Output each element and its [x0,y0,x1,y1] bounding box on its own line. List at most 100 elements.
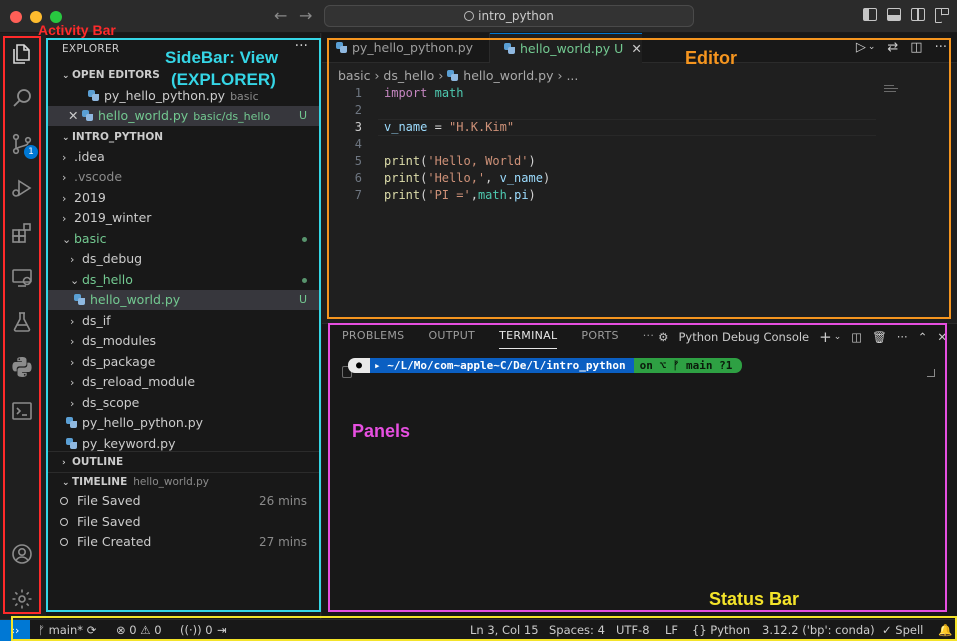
manage-gear-icon[interactable] [8,585,36,613]
debug-console-label[interactable]: Python Debug Console [678,330,809,344]
python-file-icon [74,294,85,305]
tab-ports[interactable]: PORTS [581,329,618,349]
tab-hello-world[interactable]: hello_world.py U ✕ [490,33,642,63]
explorer-icon[interactable] [8,40,36,68]
folder-item[interactable]: › ds_package [46,352,321,372]
breadcrumb-item[interactable]: hello_world.py [463,68,553,83]
sidebar-title: EXPLORER [62,43,120,55]
back-arrow-icon[interactable]: ← [274,6,287,25]
close-icon[interactable]: ✕ [68,106,82,126]
live-share-icon[interactable]: ⇥ [217,623,227,637]
timeline-item[interactable]: File Saved 26 mins [46,491,321,511]
remote-indicator-icon[interactable]: ‹› [0,620,30,641]
timeline-header[interactable]: ⌄ TIMELINE hello_world.py [46,472,321,492]
breadcrumb-item[interactable]: ... [566,68,578,83]
search-view-icon[interactable] [8,84,36,112]
line-number: 4 [354,137,362,151]
sidebar-annotation-line1: SideBar: View [165,48,279,67]
open-editor-item-active[interactable]: ✕ hello_world.py basic/ds_hello U [46,106,321,126]
folder-name: 2019 [74,190,106,205]
terminal-icon[interactable] [8,397,36,425]
customize-layout-icon[interactable] [935,8,949,23]
problems-indicator[interactable]: ⊗ 0 ⚠ 0 [116,623,162,637]
tab-py-hello-python[interactable]: py_hello_python.py [322,33,490,63]
line-number: 1 [354,86,362,100]
prompt-path: ▸ ~/L/Mo/com~apple~C/De/l/intro_python [370,358,634,373]
file-item-active[interactable]: hello_world.py U [46,290,321,310]
chevron-right-icon: › [70,376,75,389]
folder-item-expanded[interactable]: ⌄ basic [46,229,321,249]
apple-logo-icon: ● [348,358,370,373]
end-of-line[interactable]: LF [665,623,678,637]
folder-item[interactable]: › ds_modules [46,331,321,351]
tab-problems[interactable]: PROBLEMS [342,329,404,349]
indentation[interactable]: Spaces: 4 [549,623,605,637]
toggle-panel-icon[interactable] [887,8,901,21]
tab-terminal[interactable]: TERMINAL [499,329,558,349]
terminal-dropdown-chevron-icon[interactable]: ⌄ [834,332,842,342]
more-actions-icon[interactable]: ··· [295,38,308,54]
folder-item[interactable]: › 2019_winter [46,208,321,228]
folder-item[interactable]: › .vscode [46,167,321,187]
toggle-primary-sidebar-icon[interactable] [863,8,877,21]
breadcrumb-item[interactable]: basic [338,68,370,83]
chevron-right-icon: › [62,192,67,205]
timeline-item[interactable]: File Saved [46,512,321,532]
file-item[interactable]: py_hello_python.py [46,413,321,433]
notifications-bell-icon[interactable]: 🔔 [938,623,952,637]
close-tab-icon[interactable]: ✕ [631,41,641,56]
editor-annotation: Editor [685,48,737,68]
outline-header[interactable]: › OUTLINE [46,452,321,472]
spell-check[interactable]: ✓ Spell [882,623,923,637]
chevron-right-icon: › [438,68,444,83]
chevron-right-icon: › [70,356,75,369]
folder-item[interactable]: › 2019 [46,188,321,208]
braces-icon: {} [692,623,711,637]
minimap[interactable] [884,85,904,95]
toggle-secondary-sidebar-icon[interactable] [911,8,925,21]
panel-more-icon[interactable]: ··· [643,329,654,349]
folder-item[interactable]: › .idea [46,147,321,167]
cursor-position[interactable]: Ln 3, Col 15 [470,623,539,637]
split-editor-icon[interactable]: ◫ [910,40,922,55]
code-token: math [477,188,507,202]
new-terminal-plus-icon[interactable]: + [819,328,832,346]
command-center-search[interactable]: intro_python [324,5,694,27]
encoding[interactable]: UTF-8 [616,623,650,637]
run-python-icon[interactable]: ▷ [856,40,866,55]
close-window-button[interactable] [10,11,22,23]
close-panel-icon[interactable]: ✕ [937,330,947,344]
language-mode[interactable]: {} Python [692,623,750,637]
tab-output[interactable]: OUTPUT [428,329,475,349]
folder-item[interactable]: › ds_scope [46,393,321,413]
branch-indicator[interactable]: ᚠ main* ⟳ [38,623,96,637]
modified-dot [302,278,307,283]
more-actions-icon[interactable]: ··· [935,40,947,55]
folder-item-expanded[interactable]: ⌄ ds_hello [46,270,321,290]
folder-item[interactable]: › ds_if [46,311,321,331]
python-icon[interactable] [8,353,36,381]
compare-changes-icon[interactable]: ⇄ [887,40,898,55]
folder-item[interactable]: › ds_debug [46,249,321,269]
run-debug-icon[interactable] [8,174,36,202]
forward-arrow-icon[interactable]: → [299,6,312,25]
trash-icon[interactable]: 🗑 [872,330,887,344]
folder-item[interactable]: › ds_reload_module [46,372,321,392]
python-interpreter[interactable]: 3.12.2 ('bp': conda) [762,623,875,637]
code-token: print [384,188,421,202]
timeline-item[interactable]: File Created 27 mins [46,532,321,552]
chevron-right-icon: › [62,151,67,164]
project-header[interactable]: ⌄ INTRO_PYTHON [46,127,321,147]
split-terminal-icon[interactable]: ◫ [851,330,862,344]
timeline-label: File Saved [77,493,141,508]
testing-flask-icon[interactable] [8,308,36,336]
breadcrumb-item[interactable]: ds_hello [383,68,434,83]
ports-indicator[interactable]: ((·)) 0 [180,623,213,637]
open-editor-name: py_hello_python.py [104,88,226,103]
extensions-icon[interactable] [8,219,36,247]
more-actions-icon[interactable]: ··· [897,330,908,344]
maximize-panel-chevron-icon[interactable]: ⌃ [918,330,928,344]
accounts-icon[interactable] [8,540,36,568]
remote-explorer-icon[interactable] [8,264,36,292]
run-dropdown-chevron-icon[interactable]: ⌄ [868,42,876,55]
